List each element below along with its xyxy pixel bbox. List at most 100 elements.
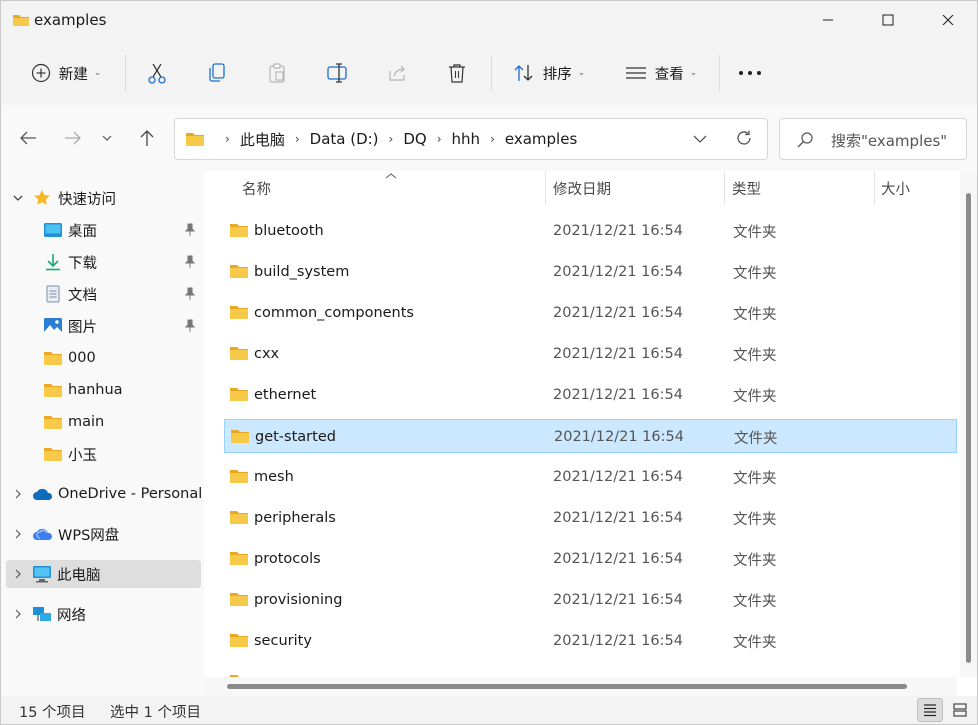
- refresh-button[interactable]: [735, 129, 753, 151]
- sidebar-item-network[interactable]: 网络: [1, 600, 204, 628]
- list-item[interactable]: mesh 2021/12/21 16:54 文件夹: [224, 460, 957, 494]
- picture-icon: [44, 318, 62, 334]
- chevron-right-icon[interactable]: ›: [295, 132, 300, 146]
- sidebar-item-desktop[interactable]: 桌面: [1, 216, 204, 244]
- tiles-view-button[interactable]: [947, 698, 973, 722]
- share-icon: [389, 65, 405, 81]
- breadcrumb-drive[interactable]: Data (D:): [310, 130, 379, 148]
- sidebar-item-hanhua[interactable]: hanhua: [1, 376, 204, 404]
- view-label: 查看: [654, 66, 684, 83]
- view-button[interactable]: 查看 ⌄: [617, 51, 705, 95]
- breadcrumb-dq[interactable]: DQ: [403, 130, 426, 148]
- chevron-down-icon: ⌄: [577, 68, 586, 78]
- chevron-right-icon[interactable]: ›: [389, 132, 394, 146]
- selection-count: 选中 1 个项目: [110, 705, 201, 721]
- delete-button[interactable]: [437, 51, 477, 95]
- scrollbar-thumb[interactable]: [227, 684, 907, 689]
- share-button[interactable]: [377, 51, 417, 95]
- more-options-button[interactable]: [730, 51, 770, 95]
- column-header-date[interactable]: 修改日期: [553, 171, 611, 205]
- sidebar-item-documents[interactable]: 文档: [1, 280, 204, 308]
- list-item[interactable]: protocols 2021/12/21 16:54 文件夹: [224, 542, 957, 576]
- sidebar-item-xiaoyu[interactable]: 小玉: [1, 440, 204, 468]
- recent-locations-button[interactable]: [97, 123, 117, 153]
- list-item[interactable]: cxx 2021/12/21 16:54 文件夹: [224, 337, 957, 371]
- rename-button[interactable]: [317, 51, 357, 95]
- scrollbar-thumb[interactable]: [966, 193, 971, 663]
- search-input[interactable]: 搜索"examples": [779, 118, 967, 160]
- sidebar-item-main[interactable]: main: [1, 408, 204, 436]
- new-button[interactable]: 新建 ⌄: [21, 51, 111, 95]
- folder-icon: [44, 448, 62, 461]
- list-item[interactable]: peripherals 2021/12/21 16:54 文件夹: [224, 501, 957, 535]
- address-bar[interactable]: › 此电脑 › Data (D:) › DQ › hhh › examples: [174, 118, 768, 160]
- breadcrumb-this-pc[interactable]: 此电脑: [240, 129, 285, 150]
- sidebar-item-label: 000: [68, 350, 96, 366]
- chevron-right-icon[interactable]: ›: [490, 132, 495, 146]
- sidebar-item-downloads[interactable]: 下载: [1, 248, 204, 276]
- modified-date: 2021/12/21 16:54: [553, 510, 683, 526]
- sidebar-item-pictures[interactable]: 图片: [1, 312, 204, 340]
- list-item[interactable]: ethernet 2021/12/21 16:54 文件夹: [224, 378, 957, 412]
- column-header-size[interactable]: 大小: [881, 171, 910, 205]
- close-button[interactable]: [925, 1, 971, 39]
- navigation-bar: › 此电脑 › Data (D:) › DQ › hhh › examples …: [1, 105, 977, 171]
- sidebar-item-onedrive[interactable]: OneDrive - Personal: [1, 480, 204, 508]
- chevron-right-icon[interactable]: ›: [437, 132, 442, 146]
- search-icon: [797, 132, 813, 148]
- title-bar[interactable]: examples: [1, 1, 977, 41]
- column-divider[interactable]: [874, 171, 875, 205]
- file-name: provisioning: [254, 592, 343, 608]
- list-item[interactable]: security 2021/12/21 16:54 文件夹: [224, 624, 957, 658]
- list-item[interactable]: build_system 2021/12/21 16:54 文件夹: [224, 255, 957, 289]
- forward-button[interactable]: [58, 123, 88, 153]
- column-header-type[interactable]: 类型: [732, 171, 761, 205]
- sidebar-item-000[interactable]: 000: [1, 344, 204, 372]
- paste-button[interactable]: [257, 51, 297, 95]
- list-item[interactable]: bluetooth 2021/12/21 16:54 文件夹: [224, 214, 957, 248]
- back-button[interactable]: [13, 123, 43, 153]
- pin-icon[interactable]: [184, 223, 196, 237]
- refresh-icon: [737, 130, 751, 145]
- tiles-view-icon: [953, 703, 967, 717]
- folder-icon: [231, 430, 249, 443]
- file-name: peripherals: [254, 510, 336, 526]
- column-divider[interactable]: [545, 171, 546, 205]
- cut-button[interactable]: [137, 51, 177, 95]
- folder-icon: [230, 470, 248, 483]
- column-header-name[interactable]: 名称: [242, 171, 271, 205]
- chevron-right-icon: [15, 569, 21, 579]
- maximize-button[interactable]: [865, 1, 911, 39]
- vertical-scrollbar[interactable]: [960, 171, 977, 677]
- pin-icon[interactable]: [184, 255, 196, 269]
- minimize-button[interactable]: [805, 1, 851, 39]
- file-list: 名称 修改日期 类型 大小 bluetooth 2021/12/21 16:54 文…: [204, 171, 977, 696]
- list-item[interactable]: get-started 2021/12/21 16:54 文件夹: [224, 419, 957, 453]
- chevron-down-icon: ⌄: [689, 68, 698, 78]
- chevron-right-icon: [15, 609, 21, 619]
- list-item[interactable]: provisioning 2021/12/21 16:54 文件夹: [224, 583, 957, 617]
- pin-icon[interactable]: [184, 319, 196, 333]
- horizontal-scrollbar[interactable]: [204, 677, 957, 696]
- pin-icon[interactable]: [184, 287, 196, 301]
- address-history-button[interactable]: [693, 132, 707, 148]
- sidebar-item-label: OneDrive - Personal: [58, 486, 203, 502]
- close-icon: [942, 14, 954, 26]
- modified-date: 2021/12/21 16:54: [553, 387, 683, 403]
- modified-date: 2021/12/21 16:54: [553, 305, 683, 321]
- sidebar-item-wps[interactable]: WPS网盘: [1, 520, 204, 548]
- details-view-button[interactable]: [917, 698, 943, 722]
- sort-button[interactable]: 排序 ⌄: [505, 51, 593, 95]
- modified-date: 2021/12/21 16:54: [553, 223, 683, 239]
- onedrive-cloud-icon: [33, 488, 53, 500]
- sidebar-item-this-pc[interactable]: 此电脑: [6, 560, 201, 588]
- column-divider[interactable]: [724, 171, 725, 205]
- breadcrumb-examples[interactable]: examples: [505, 130, 577, 148]
- file-name: cxx: [254, 346, 280, 362]
- up-button[interactable]: [132, 123, 162, 153]
- list-item[interactable]: common_components 2021/12/21 16:54 文件夹: [224, 296, 957, 330]
- folder-icon: [44, 352, 62, 365]
- copy-button[interactable]: [197, 51, 237, 95]
- sidebar-item-quick-access[interactable]: 快速访问: [1, 184, 204, 212]
- breadcrumb-hhh[interactable]: hhh: [452, 130, 481, 148]
